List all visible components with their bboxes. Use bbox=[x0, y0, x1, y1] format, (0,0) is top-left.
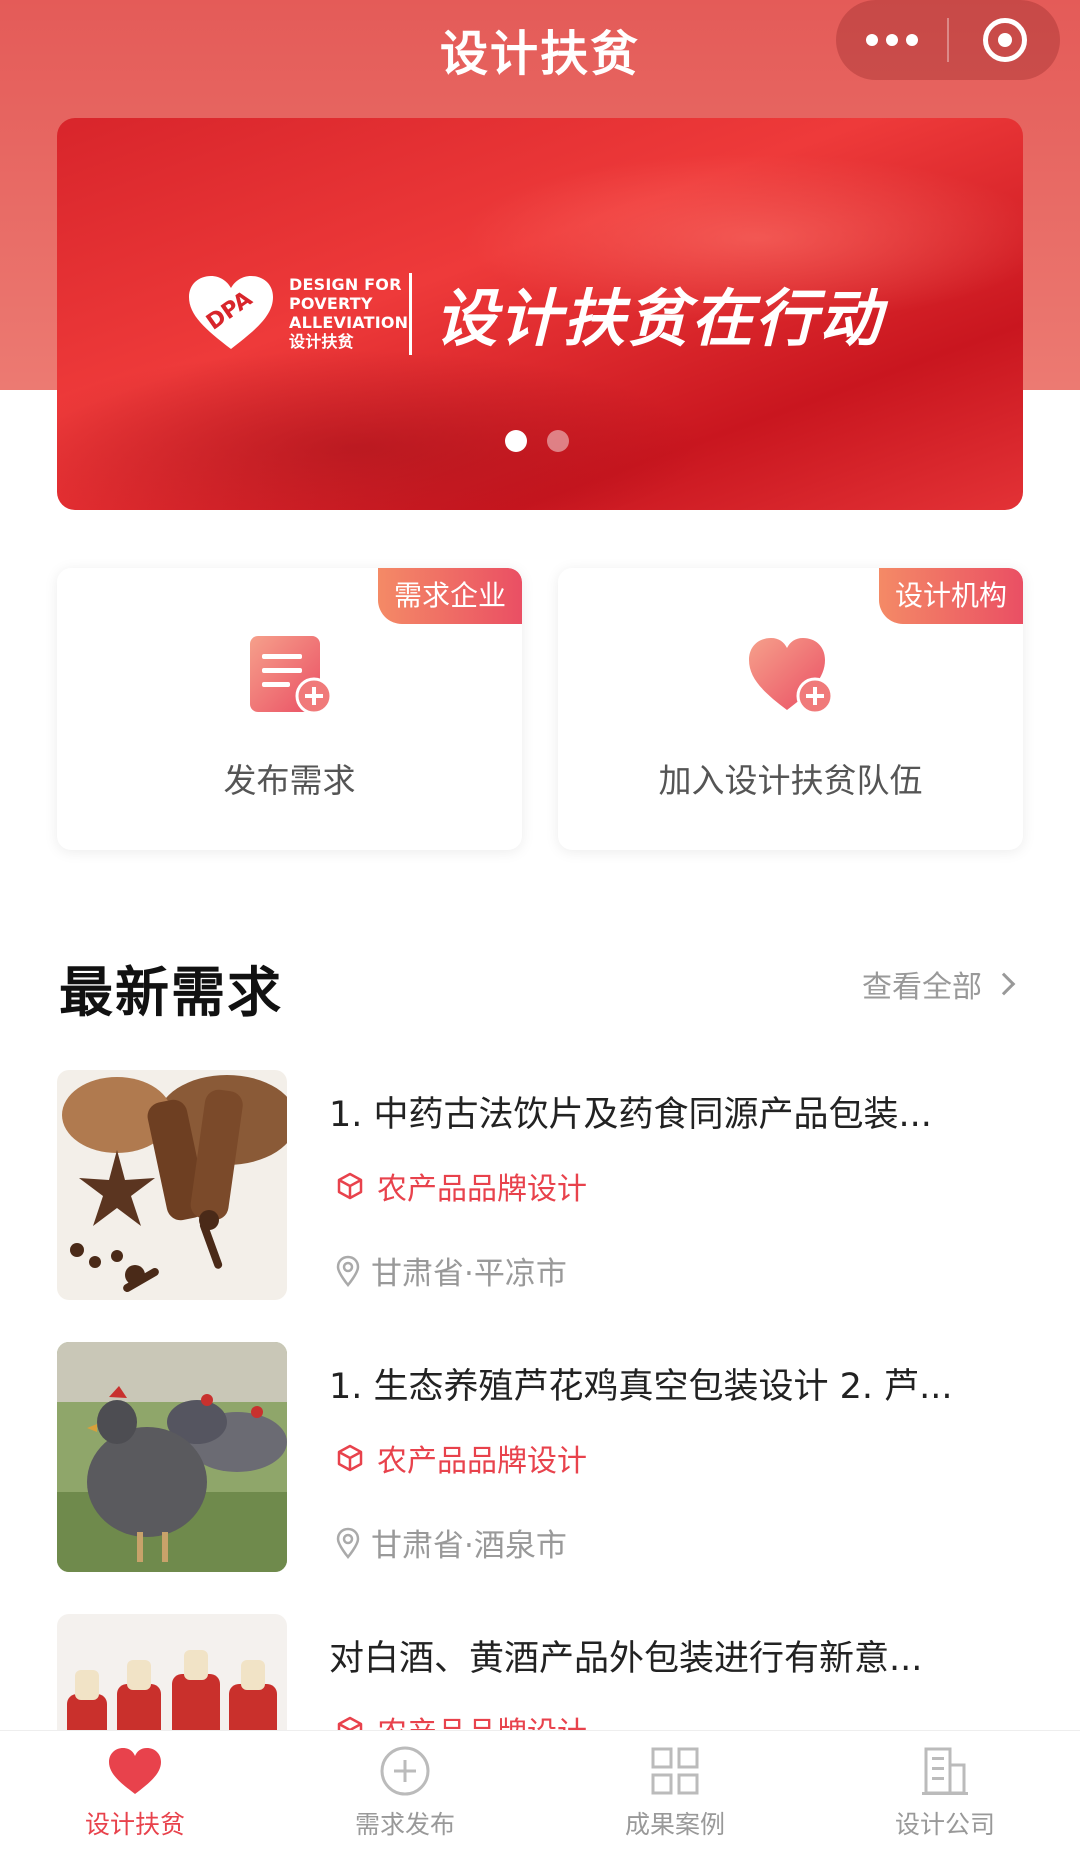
item-category: 农产品品牌设计 bbox=[335, 1436, 587, 1480]
item-category-label: 农产品品牌设计 bbox=[377, 1444, 587, 1479]
plus-circle-icon bbox=[380, 1746, 430, 1796]
building-icon bbox=[922, 1747, 968, 1795]
tab-label: 设计公司 bbox=[894, 1810, 995, 1839]
close-icon[interactable] bbox=[949, 0, 1060, 80]
item-title: 1. 中药古法饮片及药食同源产品包装... bbox=[329, 1095, 932, 1135]
dpa-heart-icon: DPA bbox=[189, 276, 273, 349]
tab-label: 成果案例 bbox=[624, 1810, 725, 1839]
logo-line-2: POVERTY bbox=[289, 294, 373, 313]
carousel-dot[interactable] bbox=[505, 430, 527, 452]
item-title: 对白酒、黄酒产品外包装进行有新意... bbox=[329, 1639, 923, 1679]
card-tag: 需求企业 bbox=[377, 568, 522, 624]
card-label: 发布需求 bbox=[223, 761, 356, 800]
publish-demand-card[interactable]: 需求企业 发布需求 bbox=[57, 568, 522, 850]
carousel-dot[interactable] bbox=[547, 430, 569, 452]
view-all-label: 查看全部 bbox=[862, 970, 982, 1005]
tab-publish-demand[interactable]: 需求发布 bbox=[270, 1731, 540, 1856]
view-all-link[interactable]: 查看全部 bbox=[862, 962, 1016, 1006]
list-item[interactable]: 1. 生态养殖芦花鸡真空包装设计 2. 芦... 农产品品牌设计 甘肃省·酒泉市 bbox=[57, 1342, 1023, 1574]
dpa-logo: DPA DESIGN FOR POVERTY ALLEVIATION 设计扶贫 bbox=[185, 273, 408, 353]
item-category-label: 农产品品牌设计 bbox=[377, 1172, 587, 1207]
logo-line-4: 设计扶贫 bbox=[289, 332, 354, 351]
tab-design-poverty[interactable]: 设计扶贫 bbox=[0, 1731, 270, 1856]
location-pin-icon bbox=[336, 1255, 360, 1287]
tab-label: 需求发布 bbox=[354, 1810, 455, 1839]
box-icon bbox=[337, 1444, 363, 1472]
logo-text: DESIGN FOR POVERTY ALLEVIATION 设计扶贫 bbox=[289, 275, 408, 351]
add-document-icon bbox=[249, 636, 332, 715]
banner-slogan: 设计扶贫在行动 bbox=[435, 282, 884, 355]
section-title: 最新需求 bbox=[59, 961, 283, 1024]
logo-line-3: ALLEVIATION bbox=[289, 313, 409, 332]
tab-cases[interactable]: 成果案例 bbox=[540, 1731, 810, 1856]
banner-carousel[interactable]: DPA DESIGN FOR POVERTY ALLEVIATION 设计扶贫 … bbox=[57, 118, 1023, 510]
card-tag: 设计机构 bbox=[878, 568, 1023, 624]
logo-line-1: DESIGN FOR bbox=[289, 275, 402, 294]
spices-thumbnail bbox=[57, 1070, 287, 1300]
mini-program-capsule bbox=[836, 0, 1060, 80]
add-heart-icon bbox=[748, 638, 833, 715]
item-location-label: 甘肃省·酒泉市 bbox=[371, 1528, 567, 1564]
tab-design-companies[interactable]: 设计公司 bbox=[810, 1731, 1080, 1856]
join-team-card[interactable]: 设计机构 加入设计扶贫队伍 bbox=[558, 568, 1023, 850]
location-pin-icon bbox=[336, 1527, 360, 1559]
more-options-icon[interactable] bbox=[836, 0, 947, 80]
tab-label: 设计扶贫 bbox=[84, 1810, 185, 1839]
item-location: 甘肃省·酒泉市 bbox=[335, 1520, 567, 1565]
card-label: 加入设计扶贫队伍 bbox=[658, 761, 923, 800]
app-page: 设计扶贫 DPA DESIGN FOR POVERTY ALLEVIATION … bbox=[0, 0, 1080, 1856]
carousel-indicator bbox=[505, 430, 569, 452]
box-icon bbox=[337, 1172, 363, 1200]
banner-divider bbox=[409, 273, 412, 355]
chevron-right-icon bbox=[992, 972, 1016, 996]
list-item[interactable]: 1. 中药古法饮片及药食同源产品包装... 农产品品牌设计 甘肃省·平凉市 bbox=[57, 1070, 1023, 1302]
heart-icon bbox=[109, 1748, 161, 1794]
item-location-label: 甘肃省·平凉市 bbox=[371, 1256, 567, 1292]
bottom-tab-bar: 设计扶贫 需求发布 成果案例 设计公司 bbox=[0, 1730, 1080, 1856]
chicken-thumbnail bbox=[57, 1342, 287, 1572]
item-category: 农产品品牌设计 bbox=[335, 1164, 587, 1208]
item-title: 1. 生态养殖芦花鸡真空包装设计 2. 芦... bbox=[329, 1367, 953, 1407]
item-location: 甘肃省·平凉市 bbox=[335, 1248, 567, 1293]
grid-icon bbox=[651, 1747, 699, 1795]
